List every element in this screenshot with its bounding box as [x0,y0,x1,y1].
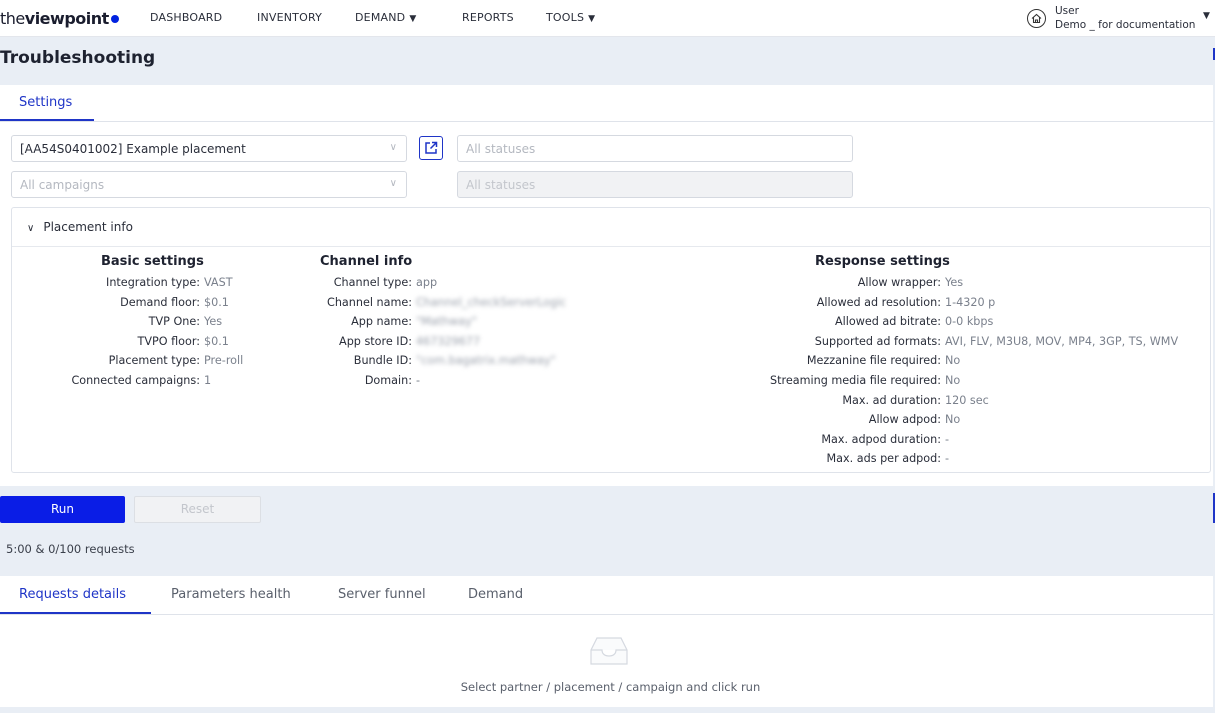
response-row-value: Yes [945,276,964,289]
tab-demand[interactable]: Demand [468,587,523,602]
basic-row-label: Connected campaigns: [71,374,200,387]
placement-select[interactable]: [AA54S0401002] Example placement ∨ [11,135,407,162]
nav-inventory[interactable]: INVENTORY [257,11,322,24]
channel-row-value: app [416,276,438,289]
request-status: 5:00 & 0/100 requests [6,542,135,556]
logo-dot-icon [110,15,119,23]
nav-reports[interactable]: REPORTS [462,11,514,24]
channel-row-label: App store ID: [339,334,412,348]
home-icon[interactable] [1027,9,1046,28]
channel-info-title: Channel info [320,254,413,269]
nav-tools[interactable]: TOOLS ▼ [546,11,595,24]
basic-row-label: Integration type: [106,276,200,289]
response-row-label: Max. adpod duration: [821,432,941,446]
run-button[interactable]: Run [0,496,125,523]
page-title: Troubleshooting [0,48,156,68]
response-row-label: Allowed ad bitrate: [834,315,941,329]
response-row-value: 0-0 kbps [945,315,994,329]
nav-demand[interactable]: DEMAND ▼ [355,11,416,24]
chevron-down-icon: ∨ [389,142,397,153]
response-row-label: Max. ads per adpod: [826,452,942,466]
basic-row-value: $0.1 [204,334,229,348]
basic-row-label: TVPO floor: [137,334,200,348]
placement-status-select[interactable]: All statuses [457,135,853,162]
channel-row-label: Channel name: [327,295,412,309]
response-row-label: Allowed ad resolution: [816,295,941,309]
placement-info-toggle[interactable]: ∨ Placement info [27,220,133,234]
channel-row-value: 467329677 [416,334,481,348]
channel-row-label: Domain: [364,374,412,387]
response-row-label: Mezzanine file required: [806,354,941,368]
campaign-select[interactable]: All campaigns ∨ [11,171,407,198]
response-row-label: Allow adpod: [868,413,941,427]
channel-row-value: Channel_checkServerLogic [416,295,567,309]
empty-state-message: Select partner / placement / campaign an… [460,680,761,694]
response-row-label: Allow wrapper: [857,276,941,289]
channel-row-value: "Mathway" [416,315,477,329]
chevron-down-icon: ∨ [389,178,397,189]
reset-button[interactable]: Reset [134,496,261,523]
top-navbar: theviewpoint DASHBOARD INVENTORY DEMAND ▼… [0,0,1215,37]
basic-row-label: TVP One: [148,315,200,329]
response-row-value: - [945,452,950,466]
divider [0,614,1213,615]
response-row-label: Streaming media file required: [770,374,941,387]
basic-row-value: VAST [204,276,233,289]
response-row-label: Max. ad duration: [842,393,941,407]
response-row-value: 1-4320 p [945,295,996,309]
chevron-down-icon: ∨ [27,223,35,234]
user-organization[interactable]: Demo _ for documentation [1055,19,1195,31]
empty-inbox-icon [589,636,629,670]
basic-row-label: Placement type: [108,354,200,368]
divider [0,121,1213,122]
external-link-icon [425,141,438,154]
channel-row-label: Bundle ID: [353,354,412,368]
response-row-value: AVI, FLV, M3U8, MOV, MP4, 3GP, TS, WMV [945,334,1179,348]
basic-row-value: Yes [204,315,223,329]
basic-row-value: $0.1 [204,295,229,309]
channel-row-label: Channel type: [333,276,412,289]
open-external-button[interactable] [419,136,443,160]
basic-row-value: 1 [204,374,212,387]
response-row-value: No [945,413,961,427]
channel-row-value: "com.bagatrix.mathway" [416,354,556,368]
tab-requests-details[interactable]: Requests details [19,587,126,602]
response-row-value: No [945,374,961,387]
response-row-value: 120 sec [945,393,989,407]
tab-settings[interactable]: Settings [19,95,72,110]
user-menu-caret-icon[interactable]: ▼ [1203,11,1210,21]
brand-logo[interactable]: theviewpoint [0,9,119,28]
response-row-value: No [945,354,961,368]
response-settings-title: Response settings [815,254,950,269]
basic-settings-title: Basic settings [101,254,204,269]
channel-row-label: App name: [351,315,412,329]
divider [12,246,1210,247]
nav-dashboard[interactable]: DASHBOARD [150,11,222,24]
caret-down-icon: ▼ [409,14,417,24]
tab-parameters-health[interactable]: Parameters health [171,587,291,602]
caret-down-icon: ▼ [588,14,596,24]
response-row-value: - [945,432,950,446]
user-name[interactable]: User [1055,5,1079,17]
basic-row-value: Pre-roll [204,354,244,368]
campaign-status-select: All statuses [457,171,853,198]
basic-row-label: Demand floor: [120,295,200,309]
channel-row-value: - [416,374,421,387]
tab-server-funnel[interactable]: Server funnel [338,587,426,602]
response-row-label: Supported ad formats: [814,334,941,348]
